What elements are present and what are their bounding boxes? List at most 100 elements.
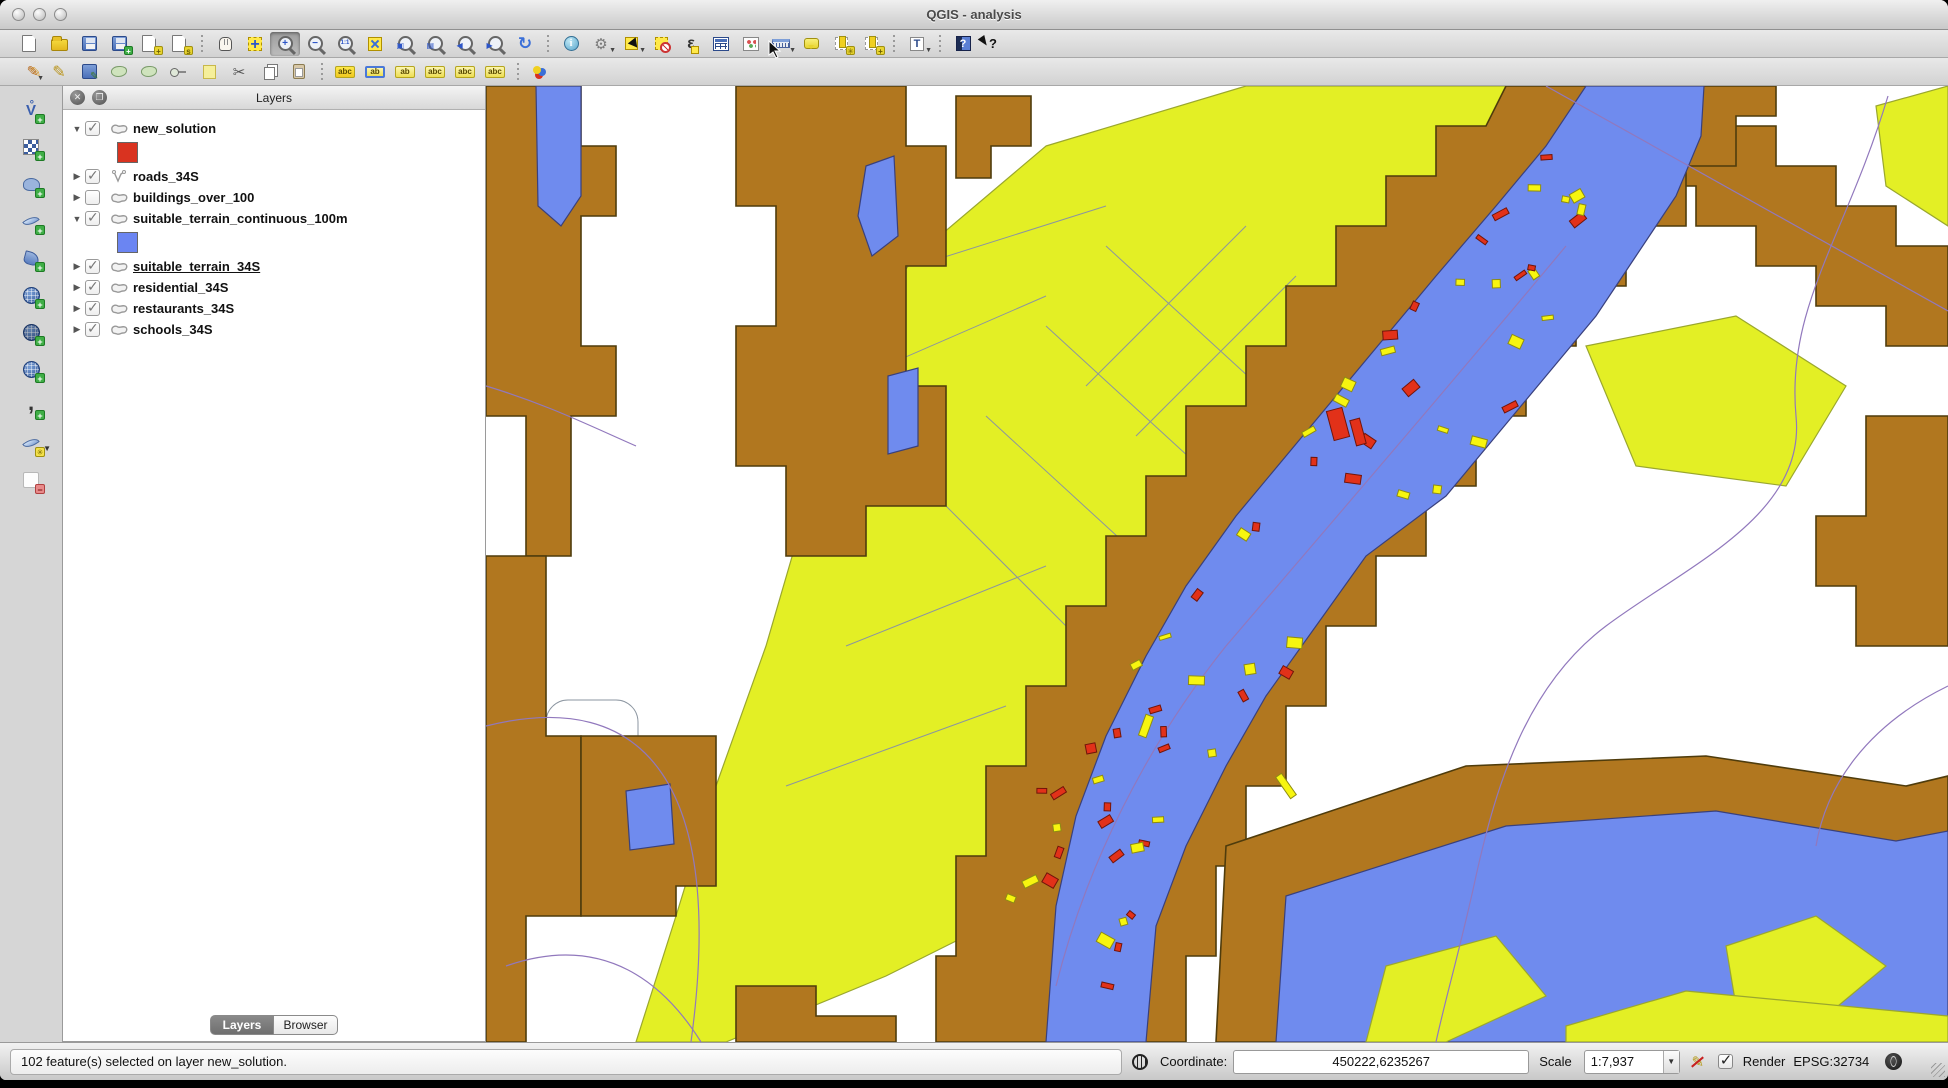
title-bar[interactable]: QGIS - analysis — [0, 0, 1948, 30]
layer-visibility-checkbox[interactable] — [85, 169, 100, 184]
run-feature-action-icon[interactable]: ⚙▼ — [586, 32, 616, 56]
zoom-last-icon[interactable]: ◀ — [450, 32, 480, 56]
layer-label[interactable]: restaurants_34S — [133, 301, 234, 316]
statistical-summary-icon[interactable] — [736, 32, 766, 56]
move-feature-icon[interactable] — [134, 60, 164, 84]
coordinate-input[interactable] — [1233, 1050, 1529, 1074]
new-spatialite-layer-icon[interactable]: ✳▼ — [15, 429, 47, 457]
layer-visibility-checkbox[interactable] — [85, 280, 100, 295]
add-spatialite-layer-icon[interactable]: + — [15, 207, 47, 235]
scale-combo[interactable]: 1:7,937 ▼ — [1584, 1050, 1680, 1074]
map-tips-icon[interactable] — [796, 32, 826, 56]
toggle-editing-icon[interactable]: ✎ — [44, 60, 74, 84]
layer-expand-icon[interactable]: ▶ — [69, 282, 85, 293]
add-raster-layer-icon[interactable]: + — [15, 133, 47, 161]
layer-expand-icon[interactable]: ▶ — [69, 261, 85, 272]
layer-color-swatch[interactable] — [117, 232, 138, 253]
add-wfs-layer-icon[interactable]: + — [15, 355, 47, 383]
pin-labels-icon[interactable]: ab — [360, 60, 390, 84]
copy-features-icon[interactable] — [254, 60, 284, 84]
deselect-features-icon[interactable] — [646, 32, 676, 56]
layer-row[interactable]: ▶ restaurants_34S — [69, 298, 485, 319]
change-label-icon[interactable]: abc — [480, 60, 510, 84]
select-by-expression-icon[interactable]: ε — [676, 32, 706, 56]
panel-tab-layers[interactable]: Layers — [210, 1015, 274, 1035]
pan-to-selection-icon[interactable] — [240, 32, 270, 56]
resize-grip[interactable] — [1931, 1063, 1945, 1077]
open-project-icon[interactable] — [44, 32, 74, 56]
layer-visibility-checkbox[interactable] — [85, 121, 100, 136]
whats-this-icon[interactable]: ? — [978, 32, 1008, 56]
layer-visibility-checkbox[interactable] — [85, 322, 100, 337]
layer-row[interactable]: ▼ new_solution — [69, 118, 485, 139]
scale-dropdown-icon[interactable]: ▼ — [1663, 1051, 1679, 1073]
map-canvas[interactable] — [486, 86, 1948, 1042]
add-postgis-layer-icon[interactable]: + — [15, 170, 47, 198]
highlight-labels-icon[interactable]: ab — [390, 60, 420, 84]
layer-row[interactable]: ▼ suitable_terrain_continuous_100m — [69, 208, 485, 229]
zoom-window-button[interactable] — [54, 8, 67, 21]
composer-manager-icon[interactable]: s — [164, 32, 194, 56]
layer-label[interactable]: new_solution — [133, 121, 216, 136]
layer-label[interactable]: buildings_over_100 — [133, 190, 254, 205]
layer-expand-icon[interactable]: ▼ — [69, 124, 85, 134]
zoom-to-selection-icon[interactable]: ▣ — [390, 32, 420, 56]
layer-expand-icon[interactable]: ▶ — [69, 303, 85, 314]
panel-tab-browser[interactable]: Browser — [274, 1015, 338, 1035]
identify-features-icon[interactable]: i — [556, 32, 586, 56]
current-edits-icon[interactable]: ✎▼ — [14, 60, 44, 84]
cut-features-icon[interactable]: ✂ — [224, 60, 254, 84]
remove-layer-icon[interactable]: − — [15, 466, 47, 494]
add-feature-icon[interactable] — [104, 60, 134, 84]
add-mssql-layer-icon[interactable]: + — [15, 244, 47, 272]
delete-selected-icon[interactable] — [194, 60, 224, 84]
layer-expand-icon[interactable]: ▼ — [69, 214, 85, 224]
save-project-icon[interactable] — [74, 32, 104, 56]
layer-label[interactable]: suitable_terrain_continuous_100m — [133, 211, 348, 226]
pan-map-icon[interactable] — [210, 32, 240, 56]
rotate-label-icon[interactable]: abc — [450, 60, 480, 84]
layer-visibility-checkbox[interactable] — [85, 190, 100, 205]
stop-render-icon[interactable]: ✎ — [1688, 1052, 1708, 1072]
move-label-icon[interactable]: abc — [420, 60, 450, 84]
node-tool-icon[interactable] — [164, 60, 194, 84]
new-bookmark-icon[interactable]: ✳ — [826, 32, 856, 56]
layer-visibility-checkbox[interactable] — [85, 301, 100, 316]
layer-row[interactable]: ▶ suitable_terrain_34S — [69, 256, 485, 277]
layer-label[interactable]: schools_34S — [133, 322, 213, 337]
zoom-next-icon[interactable]: ▶ — [480, 32, 510, 56]
close-window-button[interactable] — [12, 8, 25, 21]
crs-icon[interactable] — [1883, 1052, 1903, 1072]
layer-expand-icon[interactable]: ▶ — [69, 324, 85, 335]
add-wcs-layer-icon[interactable]: + — [15, 318, 47, 346]
zoom-in-icon[interactable]: + — [270, 32, 300, 56]
refresh-icon[interactable]: ↻ — [510, 32, 540, 56]
select-features-icon[interactable]: ▼ — [616, 32, 646, 56]
save-layer-edits-icon[interactable] — [74, 60, 104, 84]
zoom-to-layer-icon[interactable]: ▤ — [420, 32, 450, 56]
diagram-options-icon[interactable] — [526, 60, 556, 84]
layer-label[interactable]: suitable_terrain_34S — [133, 259, 260, 274]
add-delimited-text-icon[interactable]: ,+ — [15, 392, 47, 420]
layer-row[interactable]: ▶ schools_34S — [69, 319, 485, 340]
layer-expand-icon[interactable]: ▶ — [69, 192, 85, 203]
minimize-window-button[interactable] — [33, 8, 46, 21]
zoom-full-icon[interactable] — [360, 32, 390, 56]
text-annotation-icon[interactable]: T▼ — [902, 32, 932, 56]
zoom-native-icon[interactable]: 1:1 — [330, 32, 360, 56]
layer-label[interactable]: roads_34S — [133, 169, 199, 184]
add-vector-layer-icon[interactable]: V+ — [15, 96, 47, 124]
layer-row[interactable]: ▶roads_34S — [69, 166, 485, 187]
add-wms-layer-icon[interactable]: + — [15, 281, 47, 309]
layer-row[interactable]: ▶residential_34S — [69, 277, 485, 298]
layer-visibility-checkbox[interactable] — [85, 211, 100, 226]
zoom-out-icon[interactable]: − — [300, 32, 330, 56]
open-attribute-table-icon[interactable] — [706, 32, 736, 56]
new-composer-icon[interactable]: + — [134, 32, 164, 56]
save-project-as-icon[interactable]: + — [104, 32, 134, 56]
show-bookmarks-icon[interactable]: + — [856, 32, 886, 56]
new-project-icon[interactable] — [14, 32, 44, 56]
help-icon[interactable]: ? — [948, 32, 978, 56]
layer-labeling-icon[interactable]: abc — [330, 60, 360, 84]
render-checkbox[interactable] — [1718, 1054, 1733, 1069]
